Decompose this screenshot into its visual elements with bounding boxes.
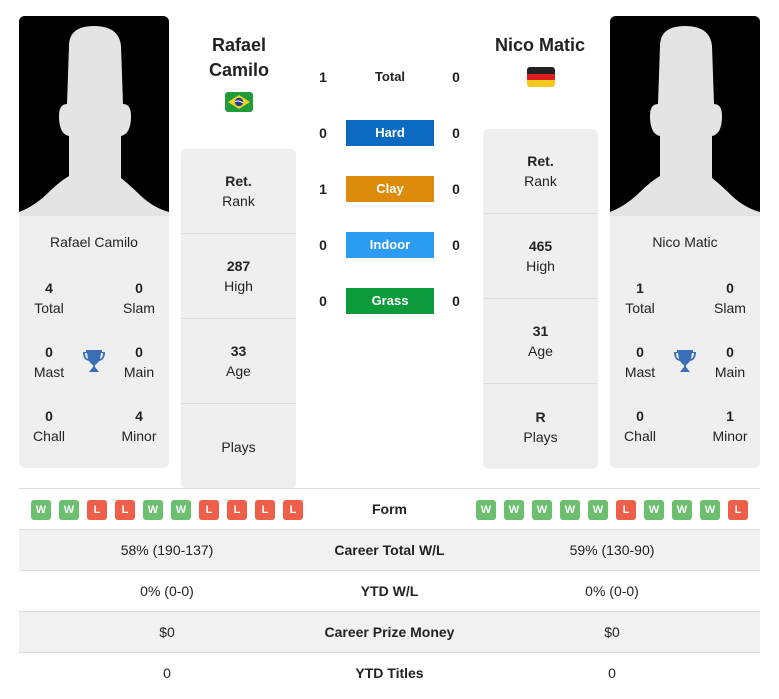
comparison-table: WWLLWWLLLL Form WWWWWLWWWL 58% (190-137)… bbox=[19, 488, 760, 694]
player2-challenger-titles: 0 Chall bbox=[624, 408, 656, 444]
player1-slam-titles: 0 Slam bbox=[123, 280, 155, 316]
player1-minor-titles: 4 Minor bbox=[121, 408, 157, 444]
player1-career-wl: 58% (190-137) bbox=[120, 542, 214, 558]
surface-indoor-button[interactable]: Indoor bbox=[346, 232, 434, 258]
player2-form-badge-win[interactable]: W bbox=[476, 500, 496, 520]
player2-info-box: Ret. Rank 465 High 31 Age R Plays bbox=[483, 129, 598, 469]
surface-hard-button[interactable]: Hard bbox=[346, 120, 434, 146]
player2-minor-titles: 1 Minor bbox=[712, 408, 748, 444]
brazil-flag-icon bbox=[225, 92, 253, 112]
player1-form-badge-loss[interactable]: L bbox=[199, 500, 219, 520]
player2-name: Nico Matic bbox=[652, 234, 718, 250]
form-label: Form bbox=[372, 501, 407, 517]
player2-form-badge-win[interactable]: W bbox=[532, 500, 552, 520]
ytd-wl-label: YTD W/L bbox=[360, 583, 419, 599]
h2h-player1-count: 1 bbox=[319, 181, 327, 197]
player1-form-badge-loss[interactable]: L bbox=[115, 500, 135, 520]
player2-form-badge-win[interactable]: W bbox=[644, 500, 664, 520]
player2-form-badge-loss[interactable]: L bbox=[728, 500, 748, 520]
player1-form-badge-loss[interactable]: L bbox=[283, 500, 303, 520]
player2-age: 31 Age bbox=[483, 299, 598, 384]
player1-plays: Plays bbox=[221, 438, 256, 455]
trophy-icon bbox=[673, 348, 697, 374]
player2-masters-titles: 0 Mast bbox=[624, 344, 656, 380]
player2-form-badge-win[interactable]: W bbox=[672, 500, 692, 520]
player2-main-titles: 0 Main bbox=[714, 344, 746, 380]
player1-name: Rafael Camilo bbox=[50, 234, 138, 250]
player2-slam-titles: 0 Slam bbox=[714, 280, 746, 316]
player1-challenger-titles: 0 Chall bbox=[33, 408, 65, 444]
h2h-row-grass: 0 Grass 0 bbox=[310, 288, 470, 314]
player2-form-badge-win[interactable]: W bbox=[504, 500, 524, 520]
player2-titles-card: Nico Matic 1 Total 0 Slam 0 Mast 0 Main 0 Cha… bbox=[610, 216, 760, 468]
career-wl-row: 58% (190-137) Career Total W/L 59% (130-… bbox=[19, 530, 760, 571]
h2h-player1-count: 1 bbox=[319, 69, 327, 85]
player-silhouette-icon bbox=[19, 16, 169, 216]
h2h-row-clay: 1 Clay 0 bbox=[310, 176, 470, 202]
player1-form-badge-loss[interactable]: L bbox=[227, 500, 247, 520]
player1-name-heading[interactable]: Rafael Camilo bbox=[179, 33, 299, 83]
player1-titles-card: Rafael Camilo 4 Total 0 Slam 0 Mast 0 Main 0… bbox=[19, 216, 169, 468]
h2h-row-hard: 0 Hard 0 bbox=[310, 120, 470, 146]
surface-clay-button[interactable]: Clay bbox=[346, 176, 434, 202]
h2h-player1-count: 0 bbox=[319, 125, 327, 141]
player1-prize-money: $0 bbox=[159, 624, 175, 640]
player1-main-titles: 0 Main bbox=[123, 344, 155, 380]
trophy-icon bbox=[82, 348, 106, 374]
career-wl-label: Career Total W/L bbox=[334, 542, 445, 558]
ytd-wl-row: 0% (0-0) YTD W/L 0% (0-0) bbox=[19, 571, 760, 612]
h2h-player2-count: 0 bbox=[452, 125, 460, 141]
ytd-titles-row: 0 YTD Titles 0 bbox=[19, 653, 760, 694]
player2-form: WWWWWLWWWL bbox=[476, 500, 748, 520]
player1-form-badge-loss[interactable]: L bbox=[255, 500, 275, 520]
player1-ytd-wl: 0% (0-0) bbox=[140, 583, 194, 599]
h2h-player2-count: 0 bbox=[452, 69, 460, 85]
player1-form-badge-win[interactable]: W bbox=[171, 500, 191, 520]
player1-form-badge-win[interactable]: W bbox=[143, 500, 163, 520]
player-silhouette-icon bbox=[610, 16, 760, 216]
player2-form-badge-win[interactable]: W bbox=[560, 500, 580, 520]
surface-total-label: Total bbox=[374, 69, 406, 84]
player2-career-wl: 59% (130-90) bbox=[569, 542, 655, 558]
h2h-row-total: 1 Total 0 bbox=[310, 64, 470, 90]
germany-flag-icon bbox=[527, 67, 555, 87]
player2-plays: R Plays bbox=[523, 408, 558, 445]
form-row: WWLLWWLLLL Form WWWWWLWWWL bbox=[19, 489, 760, 530]
h2h-player2-count: 0 bbox=[452, 293, 460, 309]
player1-total-titles: 4 Total bbox=[34, 280, 64, 316]
player1-high: 287 High bbox=[181, 234, 296, 319]
player1-age: 33 Age bbox=[181, 319, 296, 404]
player1-masters-titles: 0 Mast bbox=[33, 344, 65, 380]
h2h-player2-count: 0 bbox=[452, 181, 460, 197]
h2h-player2-count: 0 bbox=[452, 237, 460, 253]
prize-money-label: Career Prize Money bbox=[324, 624, 455, 640]
player2-prize-money: $0 bbox=[604, 624, 620, 640]
player2-form-badge-win[interactable]: W bbox=[588, 500, 608, 520]
player1-rank: Ret. Rank bbox=[181, 149, 296, 234]
h2h-player1-count: 0 bbox=[319, 293, 327, 309]
player1-form: WWLLWWLLLL bbox=[31, 500, 303, 520]
player1-photo bbox=[19, 16, 169, 216]
h2h-player1-count: 0 bbox=[319, 237, 327, 253]
player1-form-badge-win[interactable]: W bbox=[31, 500, 51, 520]
surface-grass-button[interactable]: Grass bbox=[346, 288, 434, 314]
player1-form-badge-win[interactable]: W bbox=[59, 500, 79, 520]
player2-rank: Ret. Rank bbox=[483, 129, 598, 214]
player2-total-titles: 1 Total bbox=[625, 280, 655, 316]
player1-ytd-titles: 0 bbox=[163, 665, 171, 681]
player2-name-heading[interactable]: Nico Matic bbox=[480, 33, 600, 58]
player1-info-box: Ret. Rank 287 High 33 Age Plays bbox=[181, 149, 296, 489]
player2-form-badge-win[interactable]: W bbox=[700, 500, 720, 520]
player1-form-badge-loss[interactable]: L bbox=[87, 500, 107, 520]
h2h-row-indoor: 0 Indoor 0 bbox=[310, 232, 470, 258]
player2-photo bbox=[610, 16, 760, 216]
player2-ytd-titles: 0 bbox=[608, 665, 616, 681]
player2-form-badge-loss[interactable]: L bbox=[616, 500, 636, 520]
ytd-titles-label: YTD Titles bbox=[355, 665, 424, 681]
player2-ytd-wl: 0% (0-0) bbox=[585, 583, 639, 599]
player2-high: 465 High bbox=[483, 214, 598, 299]
prize-money-row: $0 Career Prize Money $0 bbox=[19, 612, 760, 653]
